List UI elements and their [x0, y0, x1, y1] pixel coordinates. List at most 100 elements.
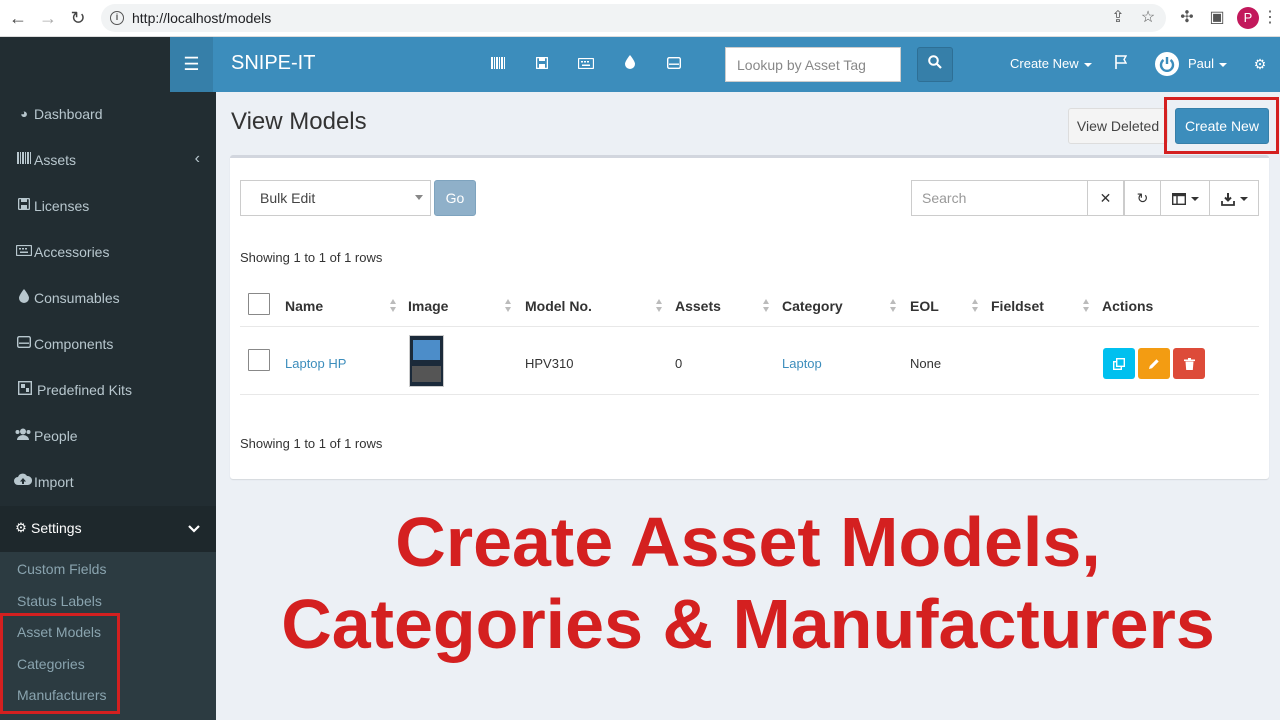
sort-icon[interactable] — [656, 299, 662, 313]
chevron-down-icon — [415, 195, 423, 200]
address-url[interactable]: http://localhost/models — [132, 10, 271, 26]
chevron-down-icon — [1190, 197, 1199, 202]
sidebar-item-components[interactable]: Components — [0, 322, 216, 368]
reload-icon[interactable]: ↻ — [67, 7, 89, 29]
tint-icon[interactable] — [621, 55, 639, 73]
extensions-icon[interactable]: ✣ — [1177, 8, 1197, 28]
columns-icon — [1171, 193, 1186, 206]
columns-button[interactable] — [1160, 180, 1210, 216]
column-header-model-no[interactable]: Model No. — [525, 298, 592, 314]
barcode-icon[interactable] — [489, 55, 507, 73]
sidebar-item-licenses[interactable]: Licenses — [0, 184, 216, 230]
hdd-icon — [16, 335, 32, 353]
submenu-item-custom-fields[interactable]: Custom Fields — [17, 561, 106, 577]
select-all-checkbox[interactable] — [248, 293, 270, 315]
clone-button[interactable] — [1103, 348, 1135, 379]
pagination-info: Showing 1 to 1 of 1 rows — [240, 250, 383, 265]
column-header-assets[interactable]: Assets — [675, 298, 721, 314]
logo-area — [0, 37, 170, 92]
highlight-box — [1164, 97, 1279, 154]
profile-avatar[interactable]: P — [1237, 7, 1259, 29]
overlay-caption-line-2: Categories & Manufacturers — [281, 585, 1215, 663]
sort-icon[interactable] — [890, 299, 896, 313]
keyboard-icon[interactable] — [577, 55, 595, 73]
sidebar-item-label: Settings — [31, 520, 82, 536]
submenu-item-status-labels[interactable]: Status Labels — [17, 593, 102, 609]
menu-icon[interactable]: ⋮ — [1262, 8, 1278, 28]
view-deleted-button[interactable]: View Deleted — [1068, 108, 1168, 144]
model-thumbnail[interactable] — [409, 335, 444, 387]
sidebar-item-predefined-kits[interactable]: Predefined Kits — [0, 368, 216, 414]
page-title: View Models — [231, 108, 367, 135]
column-header-eol[interactable]: EOL — [910, 298, 939, 314]
brand-name[interactable]: SNIPE-IT — [231, 52, 315, 75]
clear-search-button[interactable]: ✕ — [1087, 180, 1124, 216]
chevron-down-icon — [188, 520, 200, 538]
sidebar-item-label: People — [34, 428, 78, 444]
row-checkbox[interactable] — [248, 349, 270, 371]
refresh-icon: ↻ — [1136, 190, 1149, 206]
share-icon[interactable]: ⇪ — [1108, 8, 1128, 28]
sort-icon[interactable] — [1083, 299, 1089, 313]
go-button[interactable]: Go — [434, 180, 476, 216]
divider — [240, 394, 1259, 395]
laptop-keyboard — [412, 366, 441, 382]
highlight-box — [0, 613, 120, 714]
sidebar-item-import[interactable]: Import — [0, 460, 216, 506]
sort-icon[interactable] — [390, 299, 396, 313]
sidebar-item-label: Accessories — [34, 244, 110, 260]
asset-count[interactable]: 0 — [675, 356, 682, 371]
info-icon[interactable]: i — [110, 11, 124, 25]
category-link[interactable]: Laptop — [782, 356, 822, 371]
delete-button[interactable] — [1173, 348, 1205, 379]
edit-button[interactable] — [1138, 348, 1170, 379]
back-icon[interactable]: ← — [7, 7, 29, 29]
search-input[interactable] — [911, 180, 1088, 216]
flag-icon[interactable] — [1112, 55, 1130, 73]
hamburger-icon[interactable]: ☰ — [170, 37, 213, 92]
sidepanel-icon[interactable]: ▣ — [1207, 8, 1227, 28]
address-bar[interactable]: i http://localhost/models — [101, 4, 1166, 32]
column-header-actions: Actions — [1102, 298, 1154, 314]
sidebar-item-dashboard[interactable]: ◕ Dashboard — [0, 92, 216, 138]
sidebar-item-settings[interactable]: ⚙ Settings — [0, 506, 216, 552]
chevron-down-icon — [1219, 62, 1228, 67]
users-icon — [14, 427, 32, 445]
bulk-actions-select[interactable]: Bulk Edit — [240, 180, 431, 216]
sort-icon[interactable] — [972, 299, 978, 313]
refresh-button[interactable]: ↻ — [1124, 180, 1161, 216]
star-icon[interactable]: ☆ — [1138, 8, 1158, 28]
create-new-menu[interactable]: Create New — [1010, 56, 1092, 71]
sidebar-item-label: Predefined Kits — [37, 382, 132, 398]
column-header-fieldset[interactable]: Fieldset — [991, 298, 1044, 314]
kits-icon — [17, 380, 33, 399]
save-icon[interactable] — [533, 55, 551, 73]
export-button[interactable] — [1209, 180, 1259, 216]
clone-icon — [1112, 358, 1125, 371]
hdd-icon[interactable] — [665, 55, 683, 73]
asset-tag-lookup-input[interactable] — [725, 47, 901, 82]
column-header-category[interactable]: Category — [782, 298, 843, 314]
browser-toolbar: ← → ↻ i http://localhost/models ⇪ ☆ ✣ ▣ … — [0, 0, 1280, 37]
forward-icon[interactable]: → — [37, 7, 59, 29]
sidebar-item-accessories[interactable]: Accessories — [0, 230, 216, 276]
sort-icon[interactable] — [505, 299, 511, 313]
lookup-search-button[interactable] — [917, 47, 953, 82]
gears-icon[interactable]: ⚙ — [1251, 55, 1269, 73]
sidebar-item-assets[interactable]: Assets ‹ — [0, 138, 216, 184]
tint-icon — [16, 289, 32, 307]
model-name-link[interactable]: Laptop HP — [285, 356, 346, 371]
user-menu[interactable]: Paul — [1188, 56, 1228, 71]
chevron-down-icon — [1239, 197, 1248, 202]
sidebar-item-label: Dashboard — [34, 106, 103, 122]
column-header-image[interactable]: Image — [408, 298, 448, 314]
overlay-caption-line-1: Create Asset Models, — [395, 503, 1101, 581]
sidebar-item-label: Import — [34, 474, 74, 490]
sort-icon[interactable] — [763, 299, 769, 313]
chevron-left-icon: ‹ — [194, 150, 200, 167]
sidebar-item-people[interactable]: People — [0, 414, 216, 460]
user-avatar[interactable] — [1155, 52, 1179, 76]
sidebar-item-consumables[interactable]: Consumables — [0, 276, 216, 322]
column-header-name[interactable]: Name — [285, 298, 323, 314]
models-table-box: Bulk Edit Go ✕ ↻ Showing 1 to 1 of 1 row… — [230, 155, 1269, 479]
